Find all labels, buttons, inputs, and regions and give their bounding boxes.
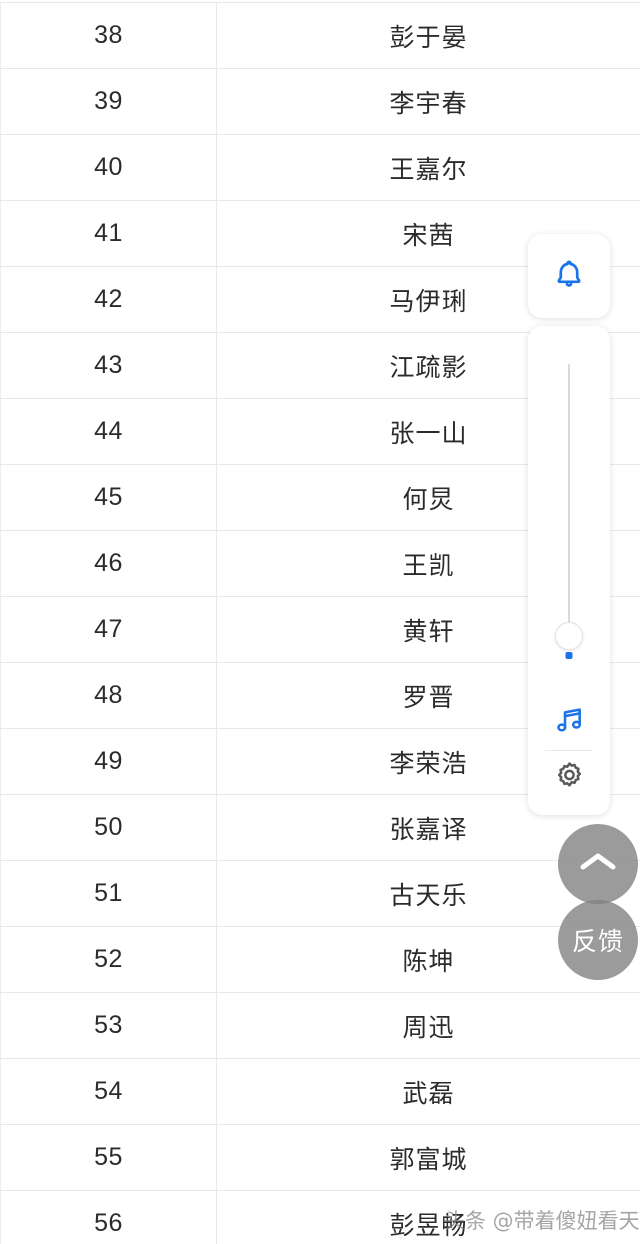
cell-name: 李宇春 bbox=[216, 68, 640, 135]
cell-rank: 52 bbox=[0, 926, 217, 993]
gear-icon bbox=[553, 760, 586, 798]
table-row[interactable]: 39 李宇春 bbox=[0, 68, 640, 135]
volume-slider[interactable] bbox=[528, 364, 610, 694]
cell-name: 彭于晏 bbox=[216, 2, 640, 69]
music-note-icon bbox=[552, 704, 586, 741]
screen: 38 彭于晏 39 李宇春 40 王嘉尔 41 宋茜 42 马伊琍 43 江疏影 44 张一山 45 何炅 46… bbox=[0, 0, 640, 1244]
cell-name: 周迅 bbox=[216, 992, 640, 1059]
cell-name: 王嘉尔 bbox=[216, 134, 640, 201]
table-row[interactable]: 40 王嘉尔 bbox=[0, 134, 640, 201]
cell-rank: 48 bbox=[0, 662, 217, 729]
table-row[interactable]: 54 武磊 bbox=[0, 1058, 640, 1125]
table-row[interactable]: 53 周迅 bbox=[0, 992, 640, 1059]
floating-control-panel bbox=[528, 326, 610, 815]
cell-rank: 50 bbox=[0, 794, 217, 861]
cell-name: 武磊 bbox=[216, 1058, 640, 1125]
cell-rank: 49 bbox=[0, 728, 217, 795]
cell-rank: 41 bbox=[0, 200, 217, 267]
music-button[interactable] bbox=[528, 694, 610, 750]
watermark: 头条 @带着傻妞看天下 bbox=[444, 1209, 640, 1233]
bell-icon bbox=[552, 256, 586, 297]
slider-value-indicator bbox=[565, 652, 573, 659]
table-row[interactable]: 52 陈坤 bbox=[0, 926, 640, 993]
cell-rank: 47 bbox=[0, 596, 217, 663]
slider-track[interactable] bbox=[568, 364, 570, 636]
cell-name: 郭富城 bbox=[216, 1124, 640, 1191]
settings-button[interactable] bbox=[528, 751, 610, 807]
table-row[interactable]: 55 郭富城 bbox=[0, 1124, 640, 1191]
cell-rank: 44 bbox=[0, 398, 217, 465]
cell-rank: 55 bbox=[0, 1124, 217, 1191]
feedback-button[interactable]: 反馈 bbox=[558, 900, 638, 980]
cell-rank: 39 bbox=[0, 68, 217, 135]
cell-rank: 40 bbox=[0, 134, 217, 201]
cell-rank: 51 bbox=[0, 860, 217, 927]
cell-rank: 43 bbox=[0, 332, 217, 399]
cell-rank: 56 bbox=[0, 1190, 217, 1244]
table-row[interactable]: 51 古天乐 bbox=[0, 860, 640, 927]
scroll-to-top-button[interactable] bbox=[558, 824, 638, 904]
notification-bell-button[interactable] bbox=[528, 234, 610, 318]
chevron-up-icon bbox=[578, 849, 618, 880]
cell-rank: 45 bbox=[0, 464, 217, 531]
cell-rank: 38 bbox=[0, 2, 217, 69]
cell-rank: 46 bbox=[0, 530, 217, 597]
feedback-label: 反馈 bbox=[571, 928, 624, 956]
cell-rank: 53 bbox=[0, 992, 217, 1059]
cell-rank: 42 bbox=[0, 266, 217, 333]
slider-thumb[interactable] bbox=[555, 622, 583, 650]
cell-rank: 54 bbox=[0, 1058, 217, 1125]
table-row[interactable]: 38 彭于晏 bbox=[0, 2, 640, 69]
